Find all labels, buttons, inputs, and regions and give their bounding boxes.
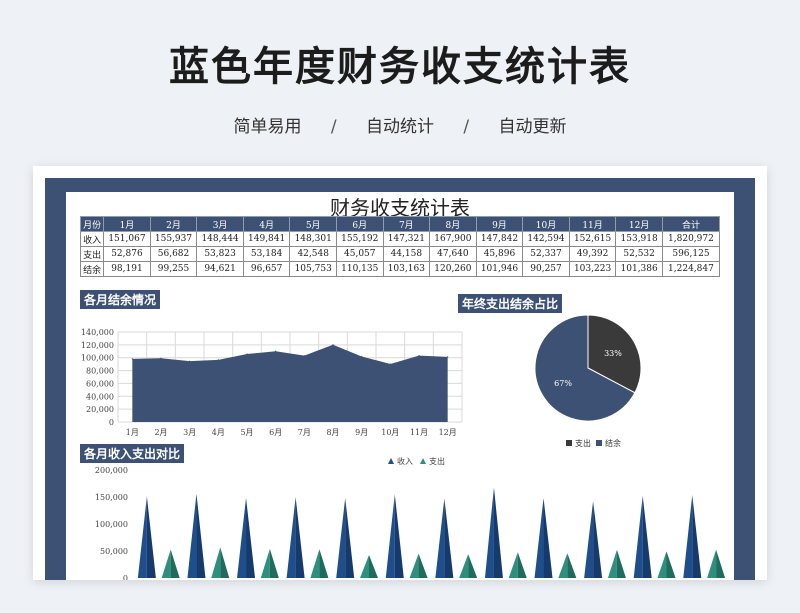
bar-spike-shade <box>567 553 577 578</box>
bar-legend-label: 支出 <box>429 456 445 466</box>
bar-spike <box>435 498 445 578</box>
sheet-card: 财务收支统计表 月份 1月 2月 3月 4月 5月 6月 7月 8月 9月 10月 11月 12月 合计 … <box>33 166 767 580</box>
bar-spike <box>459 554 469 578</box>
bar-spike-shade <box>543 498 553 578</box>
bar-spike-shade <box>319 549 329 578</box>
tag-auto-stats: 自动统计 <box>366 117 434 137</box>
bar-spike <box>657 551 667 578</box>
bar-spike <box>360 555 369 578</box>
bar-spike-shade <box>716 549 726 578</box>
bar-spike <box>584 500 594 578</box>
tag-separator: / <box>463 117 470 137</box>
bar-spike-shade <box>418 553 428 578</box>
bar-spike-shade <box>593 500 603 578</box>
bar-y-tick-label: 0 <box>123 574 128 580</box>
bar-spike <box>707 549 717 578</box>
bar-legend-label: 收入 <box>397 456 413 466</box>
bar-spike-shade <box>692 494 702 578</box>
bar-spike <box>508 552 518 578</box>
bar-spike <box>260 548 270 578</box>
banner-title: 蓝色年度财务收支统计表 <box>169 44 631 90</box>
bar-spike <box>237 497 247 578</box>
bar-spike-shade <box>394 494 404 578</box>
bar-y-tick-label: 200,000 <box>95 466 128 475</box>
bar-spike <box>683 494 693 578</box>
bar-legend-marker <box>388 458 394 464</box>
bar-spike-shade <box>170 549 180 578</box>
bar-y-tick-label: 150,000 <box>95 493 128 502</box>
bar-spike <box>286 497 296 578</box>
bar-spike <box>161 549 171 578</box>
bar-spike-shade <box>246 497 256 578</box>
bar-spike-shade <box>369 555 378 578</box>
tag-auto-update: 自动更新 <box>498 117 567 137</box>
bar-spike-shade <box>220 547 230 578</box>
tag-separator: / <box>330 117 337 137</box>
bar-spike-shade <box>517 552 527 578</box>
bar-spike-shade <box>444 498 454 578</box>
bar-spike-shade <box>666 551 676 578</box>
tag-easy: 简单易用 <box>233 117 302 137</box>
bar-spike-shade <box>642 495 652 578</box>
bar-spike <box>187 493 197 578</box>
bar-spike <box>558 553 568 578</box>
bar-chart: 0 50,000 100,000 150,000 200,000 收入 支出 <box>95 456 726 580</box>
sheet-body: 财务收支统计表 月份 1月 2月 3月 4月 5月 6月 7月 8月 9月 10月 11月 12月 合计 … <box>66 192 734 580</box>
bar-spike <box>633 495 643 578</box>
bar-y-tick-label: 50,000 <box>100 547 128 556</box>
bar-spike <box>484 487 494 578</box>
bar-legend-marker <box>420 458 426 464</box>
bar-spike <box>385 494 395 578</box>
bar-spike-shade <box>269 548 279 578</box>
bar-spike <box>137 496 147 578</box>
bar-spike-shade <box>493 487 503 578</box>
bar-spike <box>607 549 617 578</box>
bar-spike-shade <box>468 554 478 578</box>
bar-spike <box>310 549 320 578</box>
sheet-frame: 财务收支统计表 月份 1月 2月 3月 4月 5月 6月 7月 8月 9月 10月 11月 12月 合计 … <box>45 178 755 580</box>
bar-spike <box>534 498 544 578</box>
bar-y-tick-label: 100,000 <box>95 520 128 529</box>
bar-spike-shade <box>616 549 626 578</box>
bar-spike <box>211 547 221 578</box>
bar-spike-shade <box>295 497 305 578</box>
bar-spike <box>409 553 419 578</box>
bar-spike <box>336 497 346 578</box>
banner-tags: 简单易用 / 自动统计 / 自动更新 <box>0 112 800 137</box>
bar-spike-shade <box>146 496 156 578</box>
bar-spike-shade <box>345 497 355 578</box>
bar-spike-shade <box>196 493 206 578</box>
